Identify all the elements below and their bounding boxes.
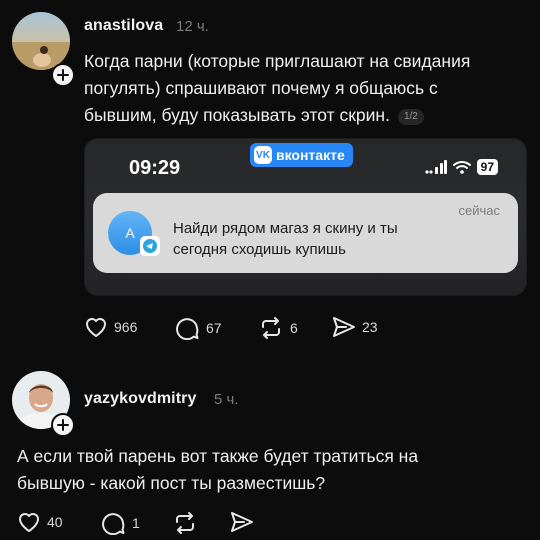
repost-button[interactable]: 6 bbox=[258, 316, 298, 340]
post-text: А если твой парень вот также будет трати… bbox=[17, 446, 419, 493]
page-indicator: 1/2 bbox=[397, 109, 424, 125]
post-username[interactable]: yazykovdmitry bbox=[84, 390, 196, 408]
status-clock: 09:29 bbox=[129, 157, 181, 179]
status-icons: 97 bbox=[425, 159, 498, 175]
heart-icon bbox=[86, 318, 106, 337]
share-icon bbox=[231, 512, 253, 532]
post-text: Когда парни (которые приглашают на свида… bbox=[84, 51, 471, 125]
repost-count: 6 bbox=[290, 320, 298, 336]
notification-message: Найди рядом магаз я скину и ты сегодня с… bbox=[173, 220, 398, 258]
plus-icon bbox=[57, 69, 69, 81]
repost-icon bbox=[262, 317, 280, 339]
follow-plus-button[interactable] bbox=[51, 63, 75, 87]
heart-icon bbox=[19, 513, 39, 532]
vk-badge: VK вконтакте bbox=[250, 143, 353, 167]
post-image[interactable]: 09:29 VK вконтакте 97 А сейчас Найди ряд… bbox=[84, 138, 527, 296]
plus-icon bbox=[57, 419, 69, 431]
notification-card: А сейчас Найди рядом магаз я скину и ты … bbox=[93, 193, 518, 273]
comment-button[interactable]: 1 bbox=[102, 511, 140, 535]
repost-icon bbox=[176, 512, 194, 534]
comment-count: 67 bbox=[206, 320, 222, 336]
share-button[interactable] bbox=[230, 511, 254, 533]
share-button[interactable]: 23 bbox=[332, 316, 378, 338]
like-count: 966 bbox=[114, 319, 138, 335]
share-icon bbox=[333, 317, 355, 337]
post-time: 12 ч. bbox=[176, 18, 209, 35]
comment-button[interactable]: 67 bbox=[176, 316, 222, 340]
repost-button[interactable] bbox=[172, 511, 198, 535]
like-count: 40 bbox=[47, 514, 63, 530]
like-button[interactable]: 40 bbox=[17, 511, 63, 533]
post-time: 5 ч. bbox=[214, 391, 239, 408]
avatar-anastilova[interactable] bbox=[12, 12, 70, 70]
vk-logo-icon: VK bbox=[254, 146, 272, 164]
battery-indicator: 97 bbox=[476, 159, 498, 175]
comment-icon bbox=[102, 513, 125, 535]
telegram-icon bbox=[140, 236, 160, 256]
comment-icon bbox=[176, 318, 199, 340]
signal-icon bbox=[425, 160, 447, 174]
notification-time: сейчас bbox=[458, 203, 501, 218]
post-username[interactable]: anastilova bbox=[84, 17, 163, 35]
comment-count: 1 bbox=[132, 515, 140, 531]
wifi-icon bbox=[452, 161, 471, 174]
like-button[interactable]: 966 bbox=[84, 316, 137, 338]
follow-plus-button[interactable] bbox=[51, 413, 75, 437]
share-count: 23 bbox=[362, 319, 378, 335]
